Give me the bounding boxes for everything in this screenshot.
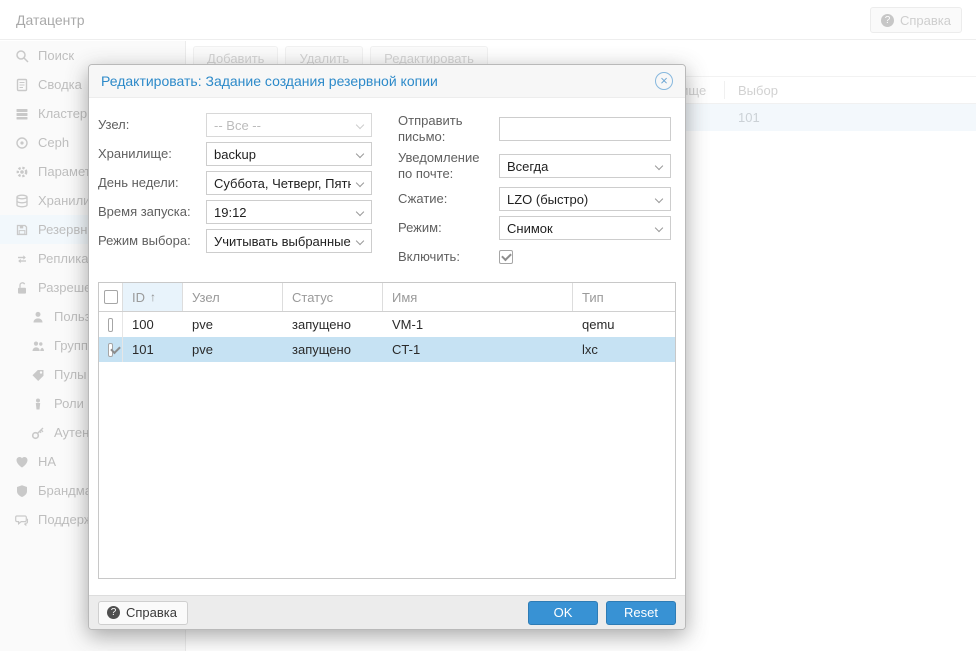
compression-label: Сжатие:	[398, 191, 448, 206]
reset-button[interactable]: Reset	[606, 600, 676, 625]
node-label: Узел:	[98, 117, 130, 132]
send-email-label: Отправить письмо:	[398, 113, 463, 144]
chevron-down-icon	[355, 207, 365, 217]
mode-combo[interactable]: Снимок	[499, 216, 671, 240]
chevron-down-icon	[654, 161, 664, 171]
column-header-node[interactable]: Узел	[183, 283, 283, 311]
edit-backup-job-dialog: Редактировать: Задание создания резервно…	[88, 64, 686, 630]
table-row-vm-100[interactable]: 100 pve запущено VM-1 qemu	[99, 312, 675, 337]
email-notification-label: Уведомление по почте:	[398, 150, 480, 181]
guest-table-header: ID ↑ Узел Статус Имя Тип	[99, 283, 675, 312]
day-of-week-label: День недели:	[98, 175, 179, 190]
dialog-help-button[interactable]: ? Справка	[98, 600, 188, 625]
column-header-type[interactable]: Тип	[573, 283, 675, 311]
question-icon: ?	[107, 606, 120, 619]
send-email-input[interactable]	[499, 117, 671, 141]
column-header-status[interactable]: Статус	[283, 283, 383, 311]
row-checkbox-cell[interactable]	[99, 337, 123, 362]
start-time-label: Время запуска:	[98, 204, 191, 219]
chevron-down-icon	[654, 194, 664, 204]
storage-label: Хранилище:	[98, 146, 172, 161]
compression-combo[interactable]: LZO (быстро)	[499, 187, 671, 211]
row-checkbox-cell[interactable]	[99, 312, 123, 337]
enable-label: Включить:	[398, 249, 460, 264]
select-all-checkbox[interactable]	[103, 290, 118, 304]
dialog-footer: ? Справка OK Reset	[89, 595, 685, 629]
selection-mode-combo[interactable]: Учитывать выбранные	[206, 229, 372, 253]
dialog-title: Редактировать: Задание создания резервно…	[101, 73, 438, 89]
chevron-down-icon	[355, 120, 365, 130]
close-icon[interactable]: ×	[655, 72, 673, 90]
storage-combo[interactable]: backup	[206, 142, 372, 166]
mode-label: Режим:	[398, 220, 442, 235]
dialog-body: Узел: -- Все -- Хранилище: backup День н…	[89, 98, 685, 595]
sort-asc-icon: ↑	[150, 290, 156, 304]
row-checkbox[interactable]	[108, 317, 113, 332]
select-all-checkbox-cell[interactable]	[99, 283, 123, 311]
ok-button[interactable]: OK	[528, 600, 598, 625]
column-header-name[interactable]: Имя	[383, 283, 573, 311]
dialog-header[interactable]: Редактировать: Задание создания резервно…	[89, 65, 685, 98]
table-row-ct-101[interactable]: 101 pve запущено CT-1 lxc	[99, 337, 675, 362]
chevron-down-icon	[355, 149, 365, 159]
chevron-down-icon	[355, 178, 365, 188]
node-combo[interactable]: -- Все --	[206, 113, 372, 137]
start-time-combo[interactable]: 19:12	[206, 200, 372, 224]
email-notification-combo[interactable]: Всегда	[499, 154, 671, 178]
chevron-down-icon	[355, 236, 365, 246]
chevron-down-icon	[654, 223, 664, 233]
day-of-week-combo[interactable]: Суббота, Четверг, Пятница	[206, 171, 372, 195]
guest-selection-table: ID ↑ Узел Статус Имя Тип 100 pve запущен…	[98, 282, 676, 579]
backup-job-form: Узел: -- Все -- Хранилище: backup День н…	[98, 113, 676, 269]
column-header-id[interactable]: ID ↑	[123, 283, 183, 311]
row-checkbox[interactable]	[108, 342, 113, 357]
selection-mode-label: Режим выбора:	[98, 233, 191, 248]
enable-checkbox[interactable]	[499, 250, 513, 264]
table-empty-area	[99, 362, 675, 578]
